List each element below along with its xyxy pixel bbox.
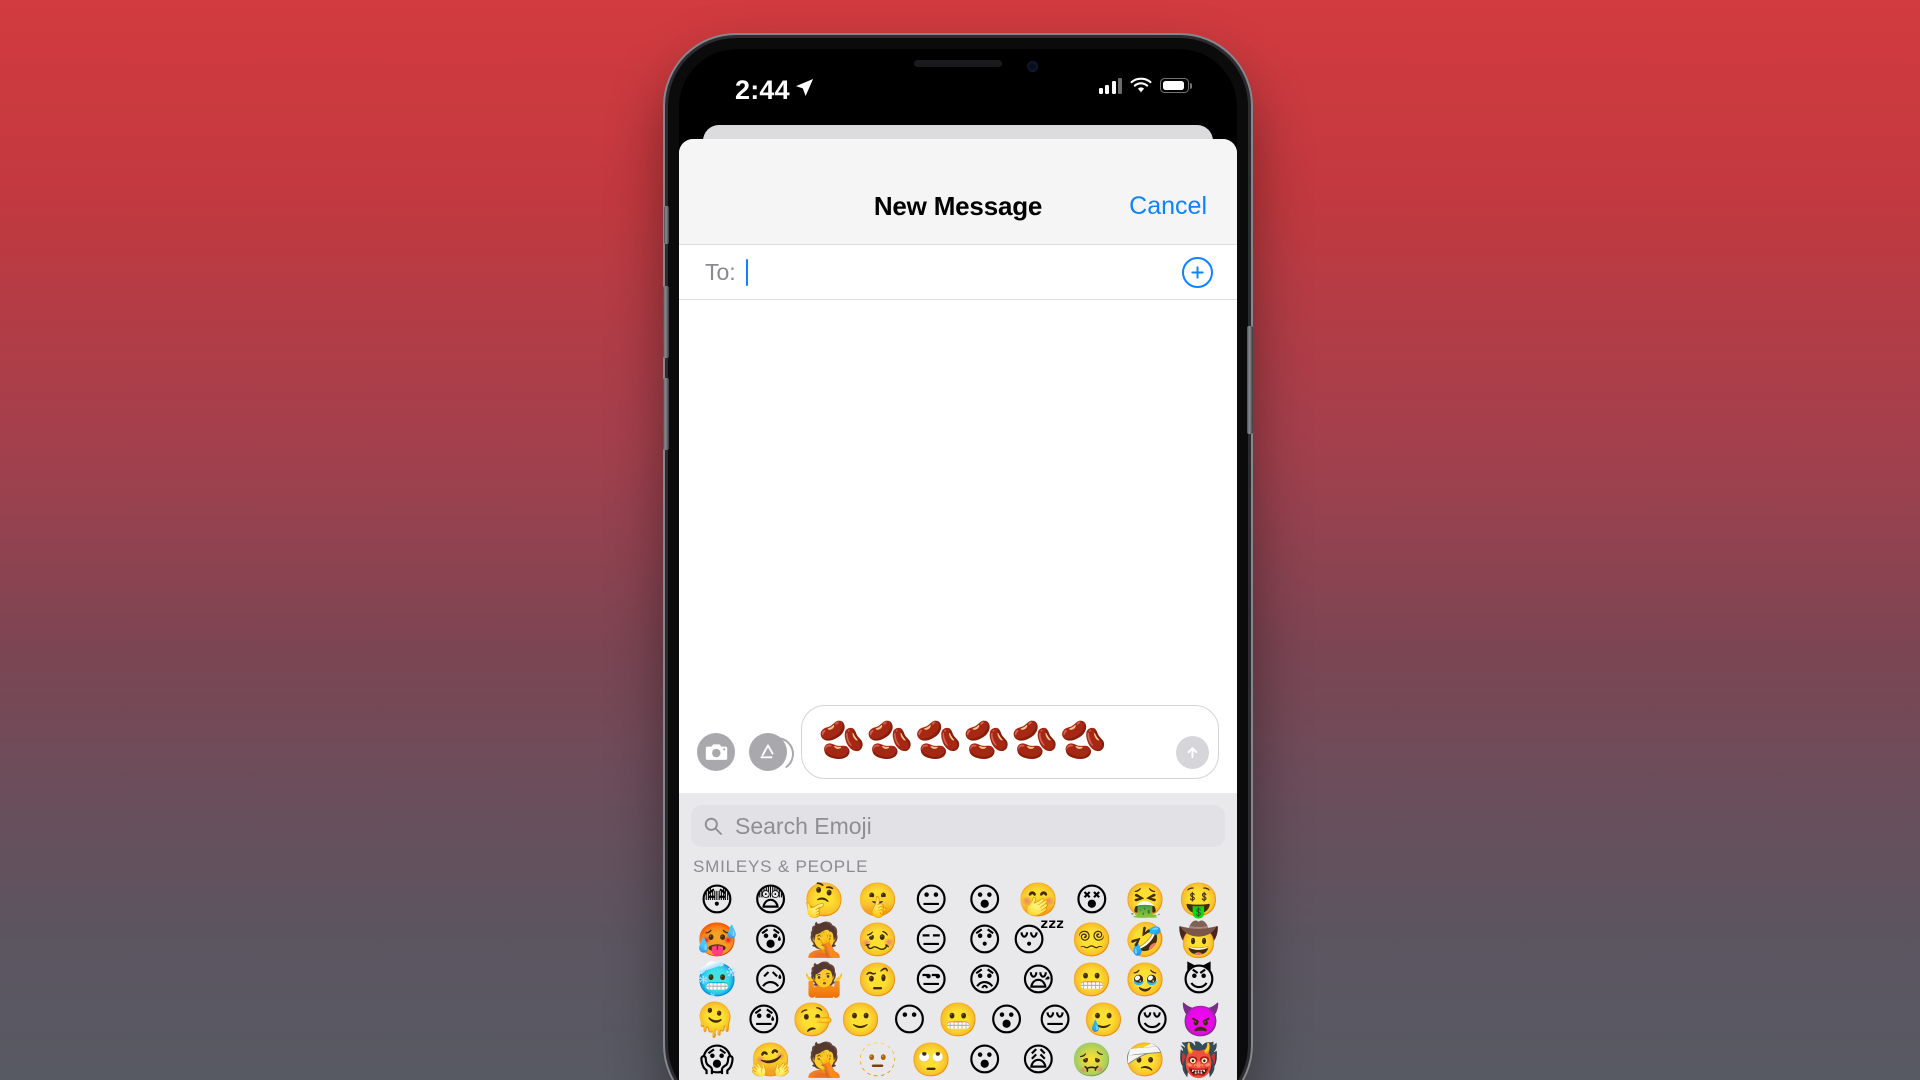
- to-label: To:: [705, 258, 736, 285]
- volume-down-button[interactable]: [663, 378, 669, 450]
- emoji-cell[interactable]: 😥: [745, 959, 797, 999]
- emoji-cell[interactable]: 😈: [1173, 959, 1225, 999]
- emoji-grid: 😳 😨 🤔 🤫 😐 😮 🤭 😵 🤮 🤑 🥵 😰 🤦 🥴 😑 😯 😴 😵‍💫 🤣 🤠 🥶 😥 🤷 🤨 😒 😟 😪 😬 🥹 😈 🫠 😓 🤥 🙂 😶 😬 😮 😔…: [679, 879, 1237, 1079]
- emoji-row: 🥵 😰 🤦 🥴 😑 😯 😴 😵‍💫 🤣 🤠: [687, 919, 1229, 959]
- plus-circle-icon[interactable]: [1182, 256, 1213, 288]
- phone-screen: 2:44 New Message Cancel To: 🫘🫘🫘🫘🫘🫘 Searc…: [679, 49, 1237, 1080]
- emoji-cell[interactable]: 😬: [934, 999, 983, 1039]
- cancel-button[interactable]: Cancel: [1129, 192, 1207, 221]
- emoji-cell[interactable]: 🥴: [852, 919, 904, 959]
- emoji-cell[interactable]: 😪: [1012, 959, 1064, 999]
- emoji-cell[interactable]: 😮: [982, 999, 1031, 1039]
- emoji-cell[interactable]: 😮: [959, 879, 1011, 919]
- emoji-cell[interactable]: 🫠: [691, 999, 740, 1039]
- navigation-bar: New Message Cancel: [679, 139, 1237, 244]
- iphone-device-frame: 2:44 New Message Cancel To: 🫘🫘🫘🫘🫘🫘 Searc…: [663, 38, 1253, 1080]
- emoji-cell[interactable]: 😱: [691, 1039, 743, 1079]
- emoji-cell[interactable]: 🤔: [798, 879, 850, 919]
- emoji-cell[interactable]: 😔: [1031, 999, 1080, 1039]
- emoji-cell[interactable]: 🤑: [1173, 879, 1225, 919]
- status-bar-indicators: [1098, 77, 1192, 94]
- recipient-input[interactable]: [748, 258, 1182, 286]
- emoji-cell[interactable]: 😑: [905, 919, 957, 959]
- emoji-cell[interactable]: 🤕: [1119, 1039, 1171, 1079]
- camera-icon[interactable]: [697, 733, 735, 771]
- emoji-cell[interactable]: 🤣: [1119, 919, 1171, 959]
- emoji-cell[interactable]: 🤭: [1012, 879, 1064, 919]
- emoji-row: 😳 😨 🤔 🤫 😐 😮 🤭 😵 🤮 🤑: [687, 879, 1229, 919]
- volume-up-button[interactable]: [663, 286, 669, 358]
- emoji-cell[interactable]: 😮: [959, 1039, 1011, 1079]
- signal-bars-icon: [1098, 77, 1122, 94]
- emoji-cell[interactable]: 🥲: [1079, 999, 1128, 1039]
- earpiece-speaker: [914, 60, 1002, 67]
- message-input-value: 🫘🫘🫘🫘🫘🫘: [818, 718, 1108, 763]
- recipient-field-row[interactable]: To:: [679, 244, 1237, 300]
- emoji-cell[interactable]: 🥹: [1119, 959, 1171, 999]
- conversation-area: [679, 300, 1237, 697]
- emoji-cell[interactable]: 🤷: [798, 959, 850, 999]
- emoji-cell[interactable]: 😨: [745, 879, 797, 919]
- wifi-icon: [1130, 77, 1152, 93]
- send-button[interactable]: [1176, 736, 1209, 769]
- emoji-cell[interactable]: 😴: [1012, 919, 1065, 959]
- new-message-sheet: New Message Cancel To: 🫘🫘🫘🫘🫘🫘 Search Emo…: [679, 139, 1237, 1080]
- mute-switch[interactable]: [664, 206, 669, 244]
- emoji-cell[interactable]: 🤦: [798, 919, 850, 959]
- compose-toolbar: 🫘🫘🫘🫘🫘🫘: [679, 697, 1237, 793]
- emoji-cell[interactable]: 😯: [959, 919, 1011, 959]
- emoji-cell[interactable]: 😐: [905, 879, 957, 919]
- emoji-cell[interactable]: 😌: [1128, 999, 1177, 1039]
- emoji-cell[interactable]: 🤦: [798, 1039, 850, 1079]
- emoji-category-header: SMILEYS & PEOPLE: [693, 857, 869, 876]
- emoji-cell[interactable]: 👹: [1173, 1039, 1225, 1079]
- location-arrow-icon: [795, 78, 814, 97]
- emoji-cell[interactable]: 🥵: [691, 919, 743, 959]
- emoji-cell[interactable]: 😩: [1012, 1039, 1064, 1079]
- emoji-cell[interactable]: 😒: [905, 959, 957, 999]
- emoji-search-input[interactable]: [733, 811, 1213, 841]
- emoji-keyboard: SMILEYS & PEOPLE 😳😨🤔🤫😐😮🤭😵🤮🤑🥵😰🤦🥴😑😯😴😵‍💫🤣🤠🥶…: [679, 793, 1237, 1080]
- front-camera-icon: [1027, 61, 1038, 72]
- emoji-cell[interactable]: 🤥: [788, 999, 837, 1039]
- emoji-row: 😱 🤗 🤦 🫥 🙄 😮 😩 🤢 🤕 👹: [687, 1039, 1229, 1079]
- emoji-cell[interactable]: 👿: [1176, 999, 1225, 1039]
- emoji-cell[interactable]: 😓: [740, 999, 789, 1039]
- emoji-cell[interactable]: 🙂: [837, 999, 886, 1039]
- emoji-cell[interactable]: 🙄: [905, 1039, 957, 1079]
- emoji-cell[interactable]: 😶: [885, 999, 934, 1039]
- emoji-cell[interactable]: 🥶: [691, 959, 743, 999]
- status-bar-time: 2:44: [735, 75, 790, 105]
- emoji-row: 🥶 😥 🤷 🤨 😒 😟 😪 😬 🥹 😈: [687, 959, 1229, 999]
- emoji-cell[interactable]: 🤗: [745, 1039, 797, 1079]
- emoji-cell[interactable]: 😰: [745, 919, 797, 959]
- emoji-cell[interactable]: 😳: [691, 879, 743, 919]
- message-input[interactable]: 🫘🫘🫘🫘🫘🫘: [801, 705, 1219, 779]
- emoji-row: 🫠 😓 🤥 🙂 😶 😬 😮 😔 🥲 😌 👿: [687, 999, 1229, 1039]
- device-notch: [852, 49, 1064, 83]
- desktop-wallpaper: 2:44 New Message Cancel To: 🫘🫘🫘🫘🫘🫘 Searc…: [0, 0, 1920, 1080]
- emoji-cell[interactable]: 😟: [959, 959, 1011, 999]
- emoji-cell[interactable]: 🤠: [1173, 919, 1225, 959]
- emoji-cell[interactable]: 😵: [1066, 879, 1118, 919]
- emoji-cell[interactable]: 🫥: [852, 1039, 904, 1079]
- emoji-cell[interactable]: 😵‍💫: [1066, 919, 1118, 959]
- power-button[interactable]: [1247, 326, 1253, 434]
- emoji-cell[interactable]: 🤨: [852, 959, 904, 999]
- battery-icon: [1160, 78, 1192, 93]
- emoji-search-bar[interactable]: [691, 805, 1225, 847]
- app-store-icon[interactable]: [749, 733, 787, 771]
- emoji-cell[interactable]: 🤮: [1119, 879, 1171, 919]
- search-icon: [704, 817, 722, 835]
- emoji-cell[interactable]: 🤢: [1066, 1039, 1118, 1079]
- emoji-cell[interactable]: 🤫: [852, 879, 904, 919]
- emoji-cell[interactable]: 😬: [1066, 959, 1118, 999]
